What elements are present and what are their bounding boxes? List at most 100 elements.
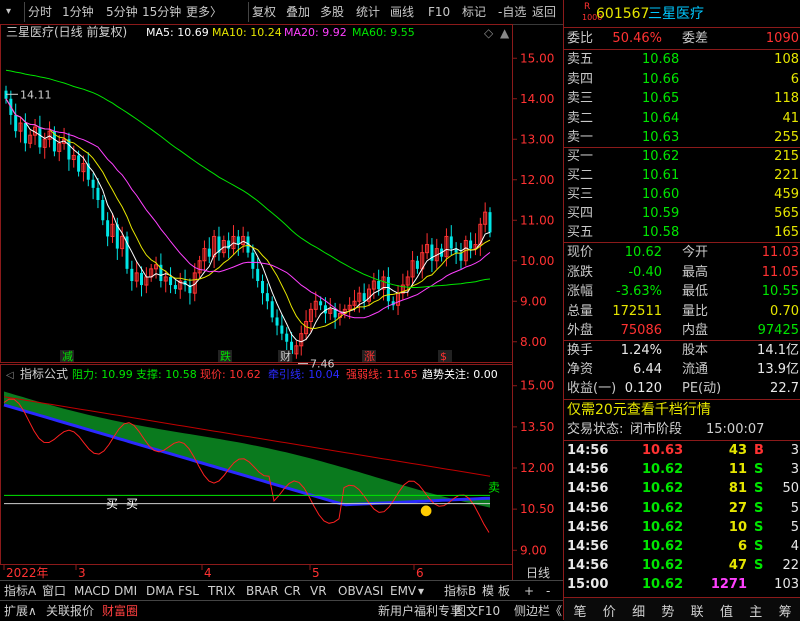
indicator-tab-1[interactable]: 窗口 bbox=[42, 583, 66, 599]
indicator-tab-7[interactable]: BRAR bbox=[246, 583, 279, 599]
stat-row: 涨幅 -3.63% 最低 10.55 bbox=[564, 282, 800, 302]
tick-time: 14:56 bbox=[567, 558, 609, 574]
stat-value: 172511 bbox=[612, 303, 662, 319]
bid-label: 买一 bbox=[567, 149, 594, 164]
panel-tab-2[interactable]: 细 bbox=[625, 601, 653, 620]
tick-volume: 11 bbox=[728, 462, 747, 478]
indicator-tab-5[interactable]: FSL bbox=[178, 583, 199, 599]
status-right-0[interactable]: 新用户福利专享 bbox=[378, 603, 462, 619]
fund-value: 0.120 bbox=[624, 381, 662, 396]
bid-level: 买一 10.62 215 bbox=[564, 147, 800, 167]
tick-row: 15:00 10.62 1271 103 bbox=[564, 576, 800, 594]
fund-row: 净资 6.44 流通 13.9亿 bbox=[564, 360, 800, 380]
panel-tab-6[interactable]: 主 bbox=[742, 601, 770, 620]
panel-tabs: 笔价细势联值主筹 bbox=[564, 597, 800, 621]
indicator-tab-4[interactable]: DMA bbox=[146, 583, 174, 599]
bid-volume: 221 bbox=[774, 168, 799, 183]
tick-time: 14:56 bbox=[567, 481, 609, 497]
ask-volume: 6 bbox=[790, 71, 799, 87]
indicator-tab-9[interactable]: VR bbox=[310, 583, 327, 599]
indicator-tab-2[interactable]: MACD bbox=[74, 583, 110, 599]
panel-tab-7[interactable]: 筹 bbox=[771, 601, 799, 620]
tick-volume: 10 bbox=[728, 519, 747, 535]
ma5-label: MA5: 10.69 bbox=[146, 26, 209, 39]
indicator-tab-16[interactable]: 板 bbox=[498, 583, 510, 599]
toolbar-item-9[interactable]: 画线 bbox=[390, 3, 414, 21]
toolbar-item-7[interactable]: 多股 bbox=[320, 3, 344, 21]
tick-price: 10.62 bbox=[642, 558, 684, 574]
chart-canvas[interactable]: 15.00 14.00 13.00 12.00 11.00 10.00 9.00 8.00 15… bbox=[0, 24, 563, 580]
x-tick-label: 5 bbox=[312, 566, 320, 580]
indicator-tab-17[interactable]: + bbox=[524, 583, 534, 599]
indicator-tab-3[interactable]: DMI bbox=[114, 583, 137, 599]
toolbar-item-4[interactable]: 更多〉 bbox=[186, 3, 222, 21]
toolbar-item-6[interactable]: 叠加 bbox=[286, 3, 310, 21]
indicator-tab-18[interactable]: - bbox=[546, 583, 550, 599]
indicator-tab-8[interactable]: CR bbox=[284, 583, 301, 599]
indicator-tab-13[interactable]: ▾ bbox=[418, 583, 424, 599]
indicator-tab-15[interactable]: 模 bbox=[482, 583, 494, 599]
y-tick-label: 10.50 bbox=[520, 502, 554, 516]
stat-label: 最高 bbox=[682, 264, 709, 280]
indicator-tab-6[interactable]: TRIX bbox=[208, 583, 235, 599]
status-right-1[interactable]: 图文F10 bbox=[454, 603, 500, 619]
indicator-tab-12[interactable]: EMV bbox=[390, 583, 416, 599]
divider bbox=[564, 440, 800, 441]
tick-side: B bbox=[754, 443, 764, 458]
stock-name[interactable]: 三星医疗 bbox=[648, 3, 704, 25]
fund-value: 14.1亿 bbox=[757, 343, 799, 358]
sig-dollar: $ bbox=[440, 350, 447, 363]
panel-tab-5[interactable]: 值 bbox=[713, 601, 741, 620]
bid-label: 买四 bbox=[567, 206, 594, 221]
tick-side: S bbox=[754, 539, 764, 554]
x-tick-label: 2022年 bbox=[6, 566, 49, 580]
stat-value: -3.63% bbox=[616, 284, 662, 299]
tick-count: 22 bbox=[782, 558, 799, 574]
toolbar-item-5[interactable]: 复权 bbox=[252, 3, 276, 21]
tick-price: 10.62 bbox=[642, 577, 684, 593]
toolbar-item-11[interactable]: 标记 bbox=[462, 3, 486, 21]
status-right-2[interactable]: 侧边栏《 bbox=[514, 603, 562, 619]
toolbar-item-8[interactable]: 统计 bbox=[356, 3, 380, 21]
sig-zhang: 涨 bbox=[364, 350, 375, 363]
panel-tab-0[interactable]: 笔 bbox=[566, 601, 594, 620]
sig-jian: 减 bbox=[62, 350, 73, 363]
panel-tab-4[interactable]: 联 bbox=[683, 601, 711, 620]
stock-header: R 1000 601567 三星医疗 bbox=[564, 2, 800, 25]
toolbar-item-1[interactable]: 1分钟 bbox=[62, 3, 94, 21]
collapse-icon[interactable]: ◁ bbox=[6, 370, 14, 381]
tick-time: 14:56 bbox=[567, 519, 609, 535]
ask-price: 10.66 bbox=[642, 71, 680, 87]
toolbar-item-0[interactable]: 分时 bbox=[28, 3, 52, 21]
settings-icon[interactable]: ◇ bbox=[484, 26, 494, 40]
x-tick-label: 4 bbox=[204, 566, 212, 580]
stat-label: 最低 bbox=[682, 284, 709, 299]
indicator-tab-11[interactable]: ASI bbox=[364, 583, 383, 599]
x-tick-label: 3 bbox=[78, 566, 86, 580]
status-left-0[interactable]: 扩展∧ bbox=[4, 603, 37, 619]
indicator-tab-10[interactable]: OBV bbox=[338, 583, 364, 599]
toolbar-item-10[interactable]: F10 bbox=[428, 3, 450, 21]
toolbar-item-3[interactable]: 15分钟 bbox=[142, 3, 181, 21]
stock-code[interactable]: 601567 bbox=[596, 3, 649, 25]
promo-link[interactable]: 仅需20元查看千档行情 bbox=[564, 400, 800, 420]
status-left-2[interactable]: 财富圈 bbox=[102, 603, 138, 619]
main-frame bbox=[0, 24, 513, 363]
panel-tab-1[interactable]: 价 bbox=[595, 601, 623, 620]
collapse-icon[interactable]: ▲ bbox=[500, 26, 510, 40]
dropdown-icon[interactable]: ▾ bbox=[6, 3, 11, 21]
candle-body bbox=[207, 248, 211, 257]
stat-label: 涨跌 bbox=[567, 264, 594, 280]
stat-value: 75086 bbox=[620, 323, 662, 338]
stat-label: 外盘 bbox=[567, 323, 594, 338]
panel-tab-3[interactable]: 势 bbox=[654, 601, 682, 620]
indicator-tab-0[interactable]: 指标A bbox=[4, 583, 36, 599]
toolbar-item-13[interactable]: 返回 bbox=[532, 3, 556, 21]
indicator-tab-14[interactable]: 指标B bbox=[444, 583, 476, 599]
toolbar-item-12[interactable]: -自选 bbox=[498, 3, 526, 21]
trend-label: 趋势关注: 0.00 bbox=[422, 367, 498, 381]
ask-label: 卖四 bbox=[567, 71, 594, 87]
status-left-1[interactable]: 关联报价 bbox=[46, 603, 94, 619]
fund-label: PE(动) bbox=[682, 381, 722, 396]
toolbar-item-2[interactable]: 5分钟 bbox=[106, 3, 138, 21]
